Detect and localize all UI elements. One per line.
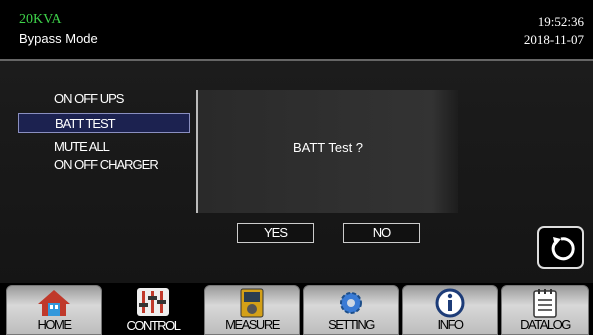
menu-item-mute-all[interactable]: MUTE ALL (18, 137, 190, 157)
tab-info-label: INFO (437, 317, 464, 332)
log-icon (533, 289, 557, 318)
refresh-icon (551, 237, 575, 261)
mode-label: Bypass Mode (19, 31, 98, 46)
tab-home[interactable]: HOME (6, 285, 102, 335)
clock-date: 2018-11-07 (523, 32, 584, 47)
home-icon (38, 290, 70, 316)
tab-home-label: HOME (37, 317, 73, 332)
menu-item-on-off-ups[interactable]: ON OFF UPS (18, 89, 190, 109)
no-button[interactable]: NO (343, 223, 420, 243)
status-bar: 20KVA Bypass Mode 19:52:36 2018-11-07 (0, 0, 593, 59)
menu-item-on-off-charger[interactable]: ON OFF CHARGER (18, 155, 190, 175)
tab-measure-label: MEASURE (225, 317, 280, 332)
gear-icon (340, 292, 362, 314)
tab-control[interactable]: CONTROL (105, 285, 201, 335)
meter-icon (240, 288, 264, 318)
clock-time: 19:52:36 (537, 14, 584, 29)
menu-item-batt-test[interactable]: BATT TEST (18, 113, 190, 133)
tab-measure[interactable]: MEASURE (204, 285, 300, 335)
yes-button[interactable]: YES (237, 223, 314, 243)
tab-setting[interactable]: SETTING (303, 285, 399, 335)
tab-datalog-label: DATALOG (520, 317, 571, 332)
tab-info[interactable]: INFO (402, 285, 498, 335)
tab-datalog[interactable]: DATALOG (501, 285, 589, 335)
dialog-message: BATT Test ? (292, 140, 364, 155)
model-label: 20KVA (19, 12, 62, 27)
sliders-icon (137, 288, 169, 316)
tab-setting-label: SETTING (328, 317, 375, 332)
refresh-button[interactable] (537, 226, 584, 269)
info-icon (435, 288, 465, 318)
tab-control-label: CONTROL (126, 318, 181, 333)
confirm-dialog: BATT Test ? (196, 90, 458, 213)
